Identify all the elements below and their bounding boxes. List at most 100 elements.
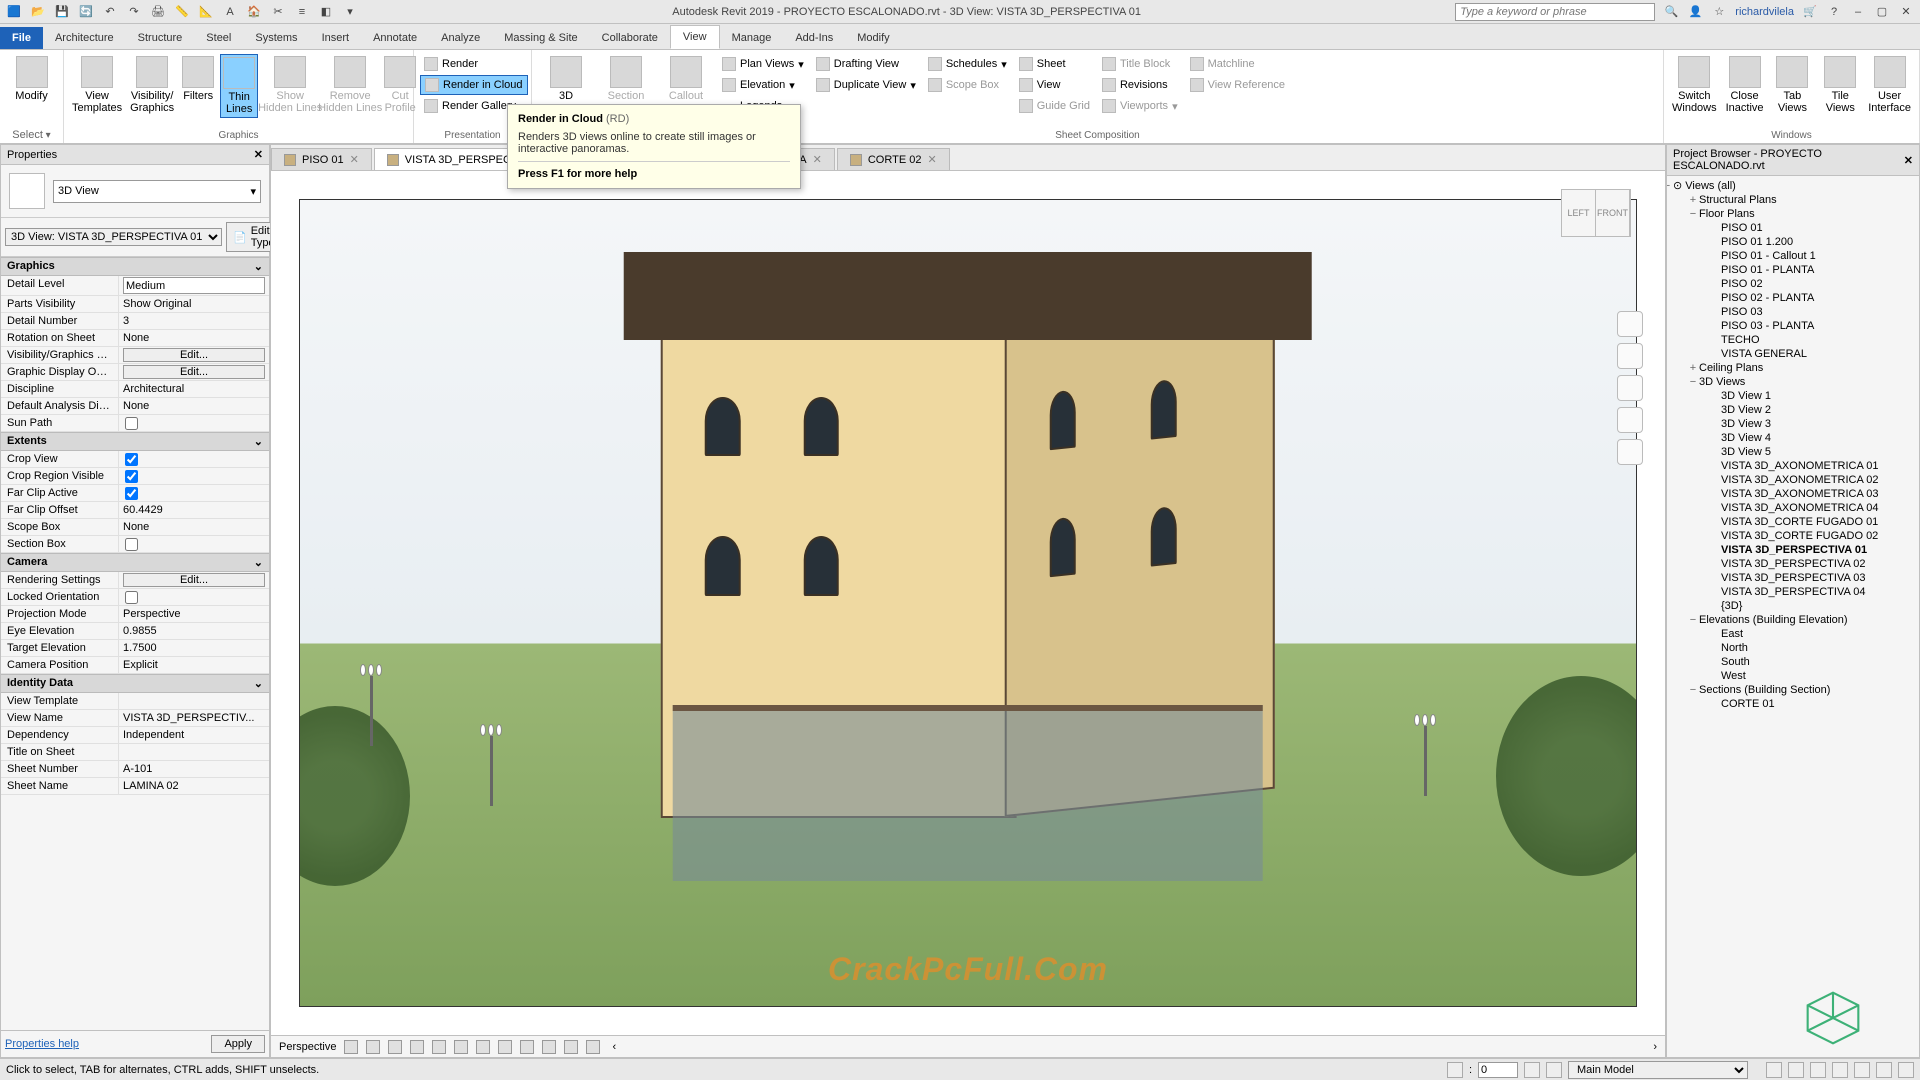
temporary-hide-icon[interactable] xyxy=(498,1040,512,1054)
view-mode-label[interactable]: Perspective xyxy=(279,1041,336,1053)
property-section[interactable]: Extents⌄ xyxy=(1,432,269,451)
rendering-icon[interactable] xyxy=(410,1040,424,1054)
tree-node[interactable]: VISTA 3D_AXONOMETRICA 02 xyxy=(1667,473,1919,487)
view-reference-button[interactable]: View Reference xyxy=(1186,75,1289,95)
shadows-icon[interactable] xyxy=(388,1040,402,1054)
print-icon[interactable]: 🖨 xyxy=(150,4,166,20)
undo-icon[interactable]: ↶ xyxy=(102,4,118,20)
tree-node[interactable]: PISO 02 - PLANTA xyxy=(1667,291,1919,305)
exchange-icon[interactable]: 🛒 xyxy=(1802,4,1818,20)
tree-node[interactable]: PISO 01 1.200 xyxy=(1667,235,1919,249)
tree-node[interactable]: PISO 02 xyxy=(1667,277,1919,291)
home-icon[interactable] xyxy=(1617,311,1643,337)
view-tab[interactable]: CORTE 02✕ xyxy=(837,148,950,170)
restore-icon[interactable]: ▢ xyxy=(1874,4,1890,20)
tab-modify[interactable]: Modify xyxy=(845,27,901,49)
apply-button[interactable]: Apply xyxy=(211,1035,265,1053)
close-hidden-icon[interactable]: ◧ xyxy=(318,4,334,20)
tab-views-button[interactable]: Tab Views xyxy=(1770,54,1814,116)
tree-node[interactable]: VISTA 3D_CORTE FUGADO 02 xyxy=(1667,529,1919,543)
select-pinned-icon[interactable] xyxy=(1810,1062,1826,1078)
background-processes-icon[interactable] xyxy=(1876,1062,1892,1078)
view-tab[interactable]: PISO 01✕ xyxy=(271,148,372,170)
remove-hidden-button[interactable]: Remove Hidden Lines xyxy=(322,54,378,116)
duplicate-view-button[interactable]: Duplicate View ▾ xyxy=(812,75,920,95)
select-underlay-icon[interactable] xyxy=(1788,1062,1804,1078)
close-icon[interactable]: ✕ xyxy=(1898,4,1914,20)
tree-node[interactable]: VISTA 3D_CORTE FUGADO 01 xyxy=(1667,515,1919,529)
redo-icon[interactable]: ↷ xyxy=(126,4,142,20)
drag-elements-icon[interactable] xyxy=(1854,1062,1870,1078)
visual-style-icon[interactable] xyxy=(344,1040,358,1054)
crop-region-icon[interactable] xyxy=(454,1040,468,1054)
tree-node[interactable]: VISTA 3D_PERSPECTIVA 02 xyxy=(1667,557,1919,571)
selection-count[interactable] xyxy=(1478,1062,1518,1078)
instance-selector[interactable]: 3D View: VISTA 3D_PERSPECTIVA 01 xyxy=(5,228,222,246)
scope-box-button[interactable]: Scope Box xyxy=(924,75,1011,95)
unlock-icon[interactable] xyxy=(476,1040,490,1054)
property-edit-button[interactable]: Edit... xyxy=(123,365,265,379)
filter-icon[interactable] xyxy=(1898,1062,1914,1078)
design-options-icon[interactable] xyxy=(1546,1062,1562,1078)
tree-node[interactable]: North xyxy=(1667,641,1919,655)
view-cube[interactable]: LEFT FRONT xyxy=(1561,189,1631,237)
crop-icon[interactable] xyxy=(432,1040,446,1054)
workset-icon[interactable] xyxy=(1447,1062,1463,1078)
tree-node[interactable]: PISO 03 xyxy=(1667,305,1919,319)
thin-lines-icon[interactable]: ≡ xyxy=(294,4,310,20)
section-icon[interactable]: ✂ xyxy=(270,4,286,20)
guide-grid-button[interactable]: Guide Grid xyxy=(1015,96,1094,116)
tab-file[interactable]: File xyxy=(0,27,43,49)
tab-annotate[interactable]: Annotate xyxy=(361,27,429,49)
tab-analyze[interactable]: Analyze xyxy=(429,27,492,49)
tab-structure[interactable]: Structure xyxy=(126,27,195,49)
steering-wheel-icon[interactable] xyxy=(1617,343,1643,369)
highlight-icon[interactable] xyxy=(586,1040,600,1054)
sync-icon[interactable]: 🔄 xyxy=(78,4,94,20)
tab-architecture[interactable]: Architecture xyxy=(43,27,126,49)
view-button[interactable]: View xyxy=(1015,75,1094,95)
thin-lines-button[interactable]: Thin Lines xyxy=(220,54,258,118)
property-checkbox[interactable] xyxy=(125,538,138,551)
measure-icon[interactable]: 📏 xyxy=(174,4,190,20)
tree-node[interactable]: −Elevations (Building Elevation) xyxy=(1667,613,1919,627)
tree-node[interactable]: West xyxy=(1667,669,1919,683)
zoom-icon[interactable] xyxy=(1617,407,1643,433)
reveal-hidden-icon[interactable] xyxy=(520,1040,534,1054)
plan-views-button[interactable]: Plan Views ▾ xyxy=(718,54,808,74)
tab-collaborate[interactable]: Collaborate xyxy=(590,27,670,49)
navigation-bar[interactable] xyxy=(1617,311,1643,465)
tree-node[interactable]: PISO 03 - PLANTA xyxy=(1667,319,1919,333)
tree-node[interactable]: South xyxy=(1667,655,1919,669)
tree-node[interactable]: PISO 01 xyxy=(1667,221,1919,235)
property-section[interactable]: Identity Data⌄ xyxy=(1,674,269,693)
tree-node[interactable]: 3D View 4 xyxy=(1667,431,1919,445)
tree-node[interactable]: East xyxy=(1667,627,1919,641)
analytical-icon[interactable] xyxy=(564,1040,578,1054)
3d-view-button[interactable]: 3D xyxy=(538,54,594,104)
elevation-button[interactable]: Elevation ▾ xyxy=(718,75,808,95)
tree-node[interactable]: VISTA 3D_AXONOMETRICA 03 xyxy=(1667,487,1919,501)
project-tree[interactable]: −⊙ Views (all) +Structural Plans−Floor P… xyxy=(1667,176,1919,1057)
search-input[interactable] xyxy=(1455,3,1655,21)
tab-insert[interactable]: Insert xyxy=(310,27,362,49)
tab-steel[interactable]: Steel xyxy=(194,27,243,49)
tree-node[interactable]: VISTA 3D_PERSPECTIVA 01 xyxy=(1667,543,1919,557)
close-inactive-button[interactable]: Close Inactive xyxy=(1723,54,1767,116)
tree-node[interactable]: PISO 01 - Callout 1 xyxy=(1667,249,1919,263)
editable-only-icon[interactable] xyxy=(1524,1062,1540,1078)
tree-node[interactable]: −Sections (Building Section) xyxy=(1667,683,1919,697)
properties-close-icon[interactable]: ✕ xyxy=(254,148,263,161)
property-checkbox[interactable] xyxy=(125,470,138,483)
property-section[interactable]: Camera⌄ xyxy=(1,553,269,572)
modify-button[interactable]: Modify xyxy=(6,54,57,104)
signin-icon[interactable]: 👤 xyxy=(1687,4,1703,20)
favorites-icon[interactable]: ☆ xyxy=(1711,4,1727,20)
worksharing-display-icon[interactable] xyxy=(542,1040,556,1054)
filters-button[interactable]: Filters xyxy=(180,54,216,104)
callout-button[interactable]: Callout xyxy=(658,54,714,104)
title-block-button[interactable]: Title Block xyxy=(1098,54,1182,74)
open-icon[interactable]: 📂 xyxy=(30,4,46,20)
property-checkbox[interactable] xyxy=(125,591,138,604)
tree-node[interactable]: 3D View 5 xyxy=(1667,445,1919,459)
